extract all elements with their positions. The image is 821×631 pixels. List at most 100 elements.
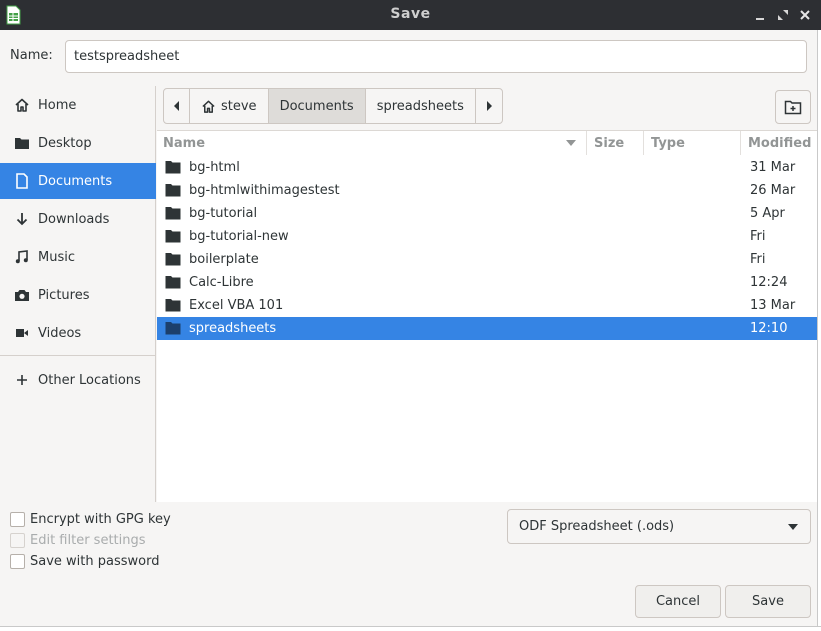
column-header-modified[interactable]: Modified <box>741 131 821 155</box>
sidebar-separator <box>0 355 156 356</box>
folder-icon <box>165 321 181 335</box>
column-header-label: Name <box>163 135 206 151</box>
sidebar-item-label: Music <box>38 249 75 265</box>
window-title: Save <box>390 6 431 22</box>
close-button[interactable] <box>797 7 813 23</box>
checkbox-box <box>10 512 25 527</box>
sort-down-icon <box>566 140 576 146</box>
path-crumb-home[interactable]: steve <box>190 89 269 123</box>
column-header-size[interactable]: Size <box>587 131 644 155</box>
sidebar-item-label: Documents <box>38 173 113 189</box>
background-window-strip <box>0 626 821 631</box>
home-icon <box>13 96 31 114</box>
places-sidebar: Home Desktop Documents Downloads Music P… <box>0 86 156 502</box>
file-type-value: ODF Spreadsheet (.ods) <box>519 519 675 534</box>
file-list: Name Size Type Modified bg-html 31 Mar b… <box>157 130 821 502</box>
path-scroll-left-button[interactable] <box>164 89 190 123</box>
button-label: Save <box>752 594 784 609</box>
folder-icon <box>165 160 181 174</box>
camera-icon <box>13 286 31 304</box>
sidebar-item-label: Desktop <box>38 135 92 151</box>
sidebar-item-home[interactable]: Home <box>0 87 156 123</box>
create-folder-button[interactable] <box>775 90 811 124</box>
sidebar-item-label: Videos <box>38 325 82 341</box>
file-type-dropdown[interactable]: ODF Spreadsheet (.ods) <box>507 509 811 544</box>
file-row[interactable]: bg-tutorial 5 Apr <box>157 202 821 225</box>
title-bar[interactable]: Save <box>0 0 821 30</box>
sidebar-item-music[interactable]: Music <box>0 239 156 275</box>
sidebar-item-label: Pictures <box>38 287 90 303</box>
file-name: Excel VBA 101 <box>189 298 284 313</box>
file-modified: Fri <box>750 229 766 244</box>
sidebar-item-label: Other Locations <box>38 372 141 388</box>
cancel-button[interactable]: Cancel <box>635 585 721 618</box>
home-icon <box>201 99 216 114</box>
edit-filter-settings-checkbox: Edit filter settings <box>10 533 146 548</box>
sidebar-item-desktop[interactable]: Desktop <box>0 125 156 161</box>
video-camera-icon <box>13 324 31 342</box>
save-dialog: Save Name: Home Desktop <box>0 0 821 631</box>
folder-icon <box>165 252 181 266</box>
button-label: Cancel <box>655 594 701 609</box>
file-row[interactable]: boilerplate Fri <box>157 248 821 271</box>
sidebar-item-downloads[interactable]: Downloads <box>0 201 156 237</box>
column-header-name[interactable]: Name <box>157 131 587 155</box>
filename-input[interactable] <box>65 40 807 73</box>
file-name: boilerplate <box>189 252 259 267</box>
sidebar-item-videos[interactable]: Videos <box>0 315 156 351</box>
desktop-folder-icon <box>13 134 31 152</box>
sidebar-item-documents[interactable]: Documents <box>0 163 156 199</box>
folder-icon <box>165 206 181 220</box>
path-scroll-right-button[interactable] <box>476 89 502 123</box>
maximize-button[interactable] <box>775 7 791 23</box>
path-crumb-documents[interactable]: Documents <box>268 89 366 123</box>
save-with-password-checkbox[interactable]: Save with password <box>10 554 159 569</box>
checkbox-box <box>10 554 25 569</box>
sidebar-item-pictures[interactable]: Pictures <box>0 277 156 313</box>
file-row-selected[interactable]: spreadsheets 12:10 <box>157 317 821 340</box>
folder-icon <box>165 229 181 243</box>
crumb-label: spreadsheets <box>376 98 464 114</box>
dropdown-arrow-icon <box>788 524 798 530</box>
file-row[interactable]: Calc-Libre 12:24 <box>157 271 821 294</box>
background-window-edge <box>817 30 821 630</box>
music-note-icon <box>13 248 31 266</box>
file-modified: 12:10 <box>750 321 788 336</box>
file-row[interactable]: bg-html 31 Mar <box>157 156 821 179</box>
folder-icon <box>165 298 181 312</box>
file-modified: 31 Mar <box>750 160 796 175</box>
file-row[interactable]: bg-htmlwithimagestest 26 Mar <box>157 179 821 202</box>
checkbox-label: Encrypt with GPG key <box>30 512 171 527</box>
checkbox-label: Edit filter settings <box>30 533 146 548</box>
download-arrow-icon <box>13 210 31 228</box>
column-header-label: Type <box>651 135 685 151</box>
sidebar-item-label: Downloads <box>38 211 110 227</box>
document-icon <box>13 172 31 190</box>
name-label: Name: <box>10 48 53 63</box>
file-modified: 12:24 <box>750 275 788 290</box>
file-modified: 5 Apr <box>750 206 785 221</box>
plus-icon <box>13 371 31 389</box>
path-crumb-spreadsheets[interactable]: spreadsheets <box>366 89 476 123</box>
file-modified: 26 Mar <box>750 183 796 198</box>
file-row[interactable]: bg-tutorial-new Fri <box>157 225 821 248</box>
minimize-button[interactable] <box>752 7 768 23</box>
column-header-type[interactable]: Type <box>644 131 741 155</box>
encrypt-gpg-checkbox[interactable]: Encrypt with GPG key <box>10 512 171 527</box>
crumb-label: Documents <box>279 98 354 114</box>
checkbox-box <box>10 533 25 548</box>
sidebar-item-other-locations[interactable]: Other Locations <box>0 362 156 398</box>
checkbox-label: Save with password <box>30 554 160 569</box>
file-name: bg-tutorial <box>189 206 258 221</box>
sidebar-item-label: Home <box>38 97 77 113</box>
file-name: bg-tutorial-new <box>189 229 289 244</box>
file-modified: Fri <box>750 252 766 267</box>
file-name: Calc-Libre <box>189 275 254 290</box>
file-row[interactable]: Excel VBA 101 13 Mar <box>157 294 821 317</box>
save-button[interactable]: Save <box>725 585 811 618</box>
new-folder-icon <box>784 99 802 115</box>
file-name: spreadsheets <box>189 321 277 336</box>
folder-icon <box>165 275 181 289</box>
file-name: bg-html <box>189 160 240 175</box>
path-bar: steve Documents spreadsheets <box>163 88 503 124</box>
